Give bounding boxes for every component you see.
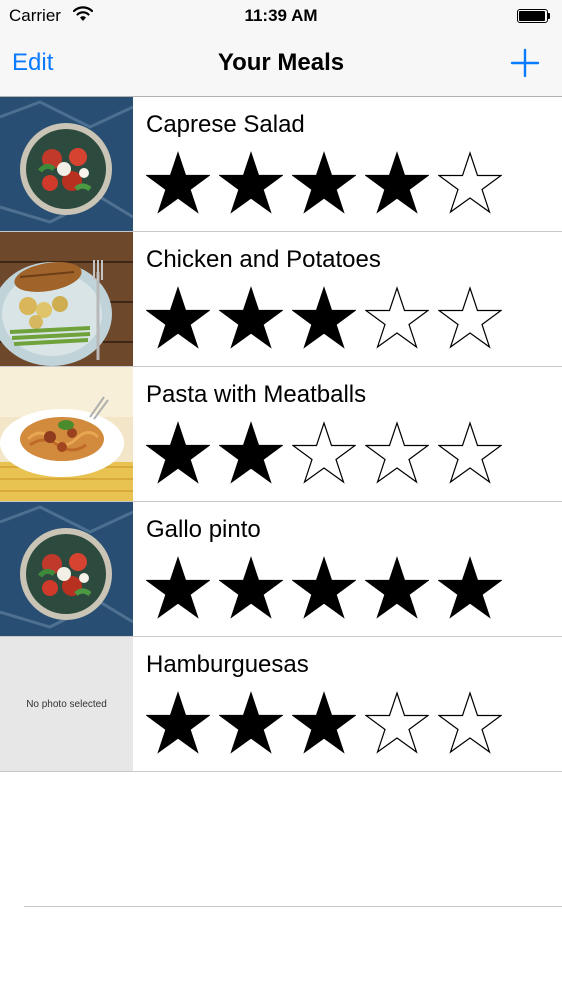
meal-name: Pasta with Meatballs (146, 381, 367, 408)
meal-name: Chicken and Potatoes (146, 246, 381, 273)
star-filled-icon[interactable] (219, 421, 283, 485)
star-filled-icon[interactable] (365, 151, 429, 215)
meal-row[interactable]: Gallo pinto (0, 502, 562, 637)
star-filled-icon[interactable] (292, 556, 356, 620)
star-filled-icon[interactable] (219, 286, 283, 350)
rating-control[interactable] (146, 151, 511, 215)
star-filled-icon[interactable] (146, 421, 210, 485)
rating-control[interactable] (146, 556, 511, 620)
meal-name: Gallo pinto (146, 516, 261, 543)
star-filled-icon[interactable] (292, 691, 356, 755)
star-empty-icon[interactable] (438, 151, 502, 215)
meal-row[interactable]: Caprese Salad (0, 97, 562, 232)
no-photo-label: No photo selected (26, 698, 107, 710)
no-photo-placeholder: No photo selected (0, 637, 133, 771)
meal-photo (0, 232, 133, 366)
plus-icon (510, 48, 540, 78)
star-filled-icon[interactable] (219, 691, 283, 755)
meal-list: Caprese Salad Chicken and Potatoes Pasta… (0, 97, 562, 907)
star-filled-icon[interactable] (219, 151, 283, 215)
rating-control[interactable] (146, 691, 511, 755)
star-filled-icon[interactable] (365, 556, 429, 620)
meal-photo (0, 367, 133, 501)
status-time: 11:39 AM (244, 6, 318, 25)
meal-row[interactable]: Chicken and Potatoes (0, 232, 562, 367)
rating-control[interactable] (146, 286, 511, 350)
meal-photo (0, 502, 133, 636)
meal-name: Caprese Salad (146, 111, 305, 138)
star-empty-icon[interactable] (365, 421, 429, 485)
star-empty-icon[interactable] (438, 286, 502, 350)
star-filled-icon[interactable] (292, 286, 356, 350)
star-filled-icon[interactable] (219, 556, 283, 620)
star-filled-icon[interactable] (438, 556, 502, 620)
star-filled-icon[interactable] (292, 151, 356, 215)
meal-row[interactable]: No photo selected Hamburguesas (0, 637, 562, 772)
star-filled-icon[interactable] (146, 151, 210, 215)
star-filled-icon[interactable] (146, 691, 210, 755)
empty-row (24, 772, 562, 907)
meal-row[interactable]: Pasta with Meatballs (0, 367, 562, 502)
star-empty-icon[interactable] (438, 691, 502, 755)
star-empty-icon[interactable] (292, 421, 356, 485)
navigation-bar: Edit Your Meals (0, 32, 562, 97)
star-filled-icon[interactable] (146, 556, 210, 620)
add-meal-button[interactable] (509, 47, 541, 79)
star-empty-icon[interactable] (438, 421, 502, 485)
battery-icon (517, 9, 550, 23)
status-bar: Carrier 11:39 AM (0, 0, 562, 32)
meal-photo (0, 97, 133, 231)
star-empty-icon[interactable] (365, 691, 429, 755)
star-filled-icon[interactable] (146, 286, 210, 350)
rating-control[interactable] (146, 421, 511, 485)
meal-name: Hamburguesas (146, 651, 309, 678)
page-title: Your Meals (217, 49, 345, 76)
star-empty-icon[interactable] (365, 286, 429, 350)
